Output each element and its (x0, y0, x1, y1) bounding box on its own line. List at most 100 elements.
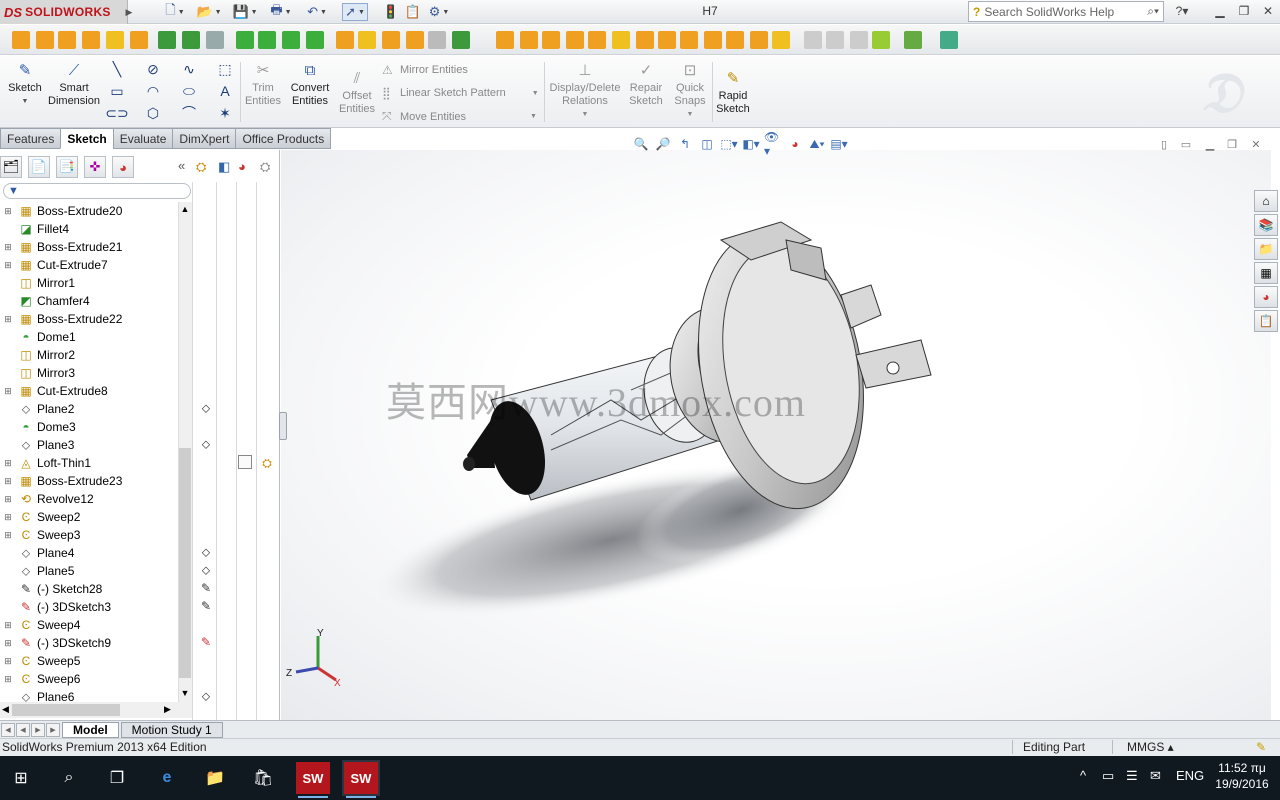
plane-visibility-icon[interactable]: ⬦ (197, 436, 215, 452)
linear-pattern-icon[interactable] (336, 31, 354, 49)
solidworks-taskbar-icon-active[interactable]: SW (342, 760, 380, 798)
thicken-icon[interactable] (130, 31, 148, 49)
previous-tab-icon[interactable]: ◀ (16, 722, 30, 737)
extruded-boss-icon[interactable] (12, 31, 30, 49)
curves-icon[interactable] (496, 31, 514, 49)
offset-entities-button[interactable]: ⫽ Offset Entities (336, 68, 378, 116)
reference-geometry-icon[interactable] (612, 31, 630, 49)
tree-item[interactable]: ⊞ ▦ Cut-Extrude8 (0, 382, 178, 400)
search-icon[interactable]: ⌕▾ (1147, 4, 1159, 19)
display-delete-relations-button[interactable]: ⊥ Display/Delete Relations ▼ (548, 60, 622, 121)
custom-properties-icon[interactable]: 📋 (1254, 310, 1278, 332)
repair-sketch-button[interactable]: ✓ Repair Sketch (626, 60, 666, 108)
ellipse-icon[interactable]: ⬭ (180, 82, 198, 100)
tab-motion-study[interactable]: Motion Study 1 (120, 721, 223, 738)
wifi-icon[interactable]: ☰ (1126, 768, 1138, 784)
mirror-feature-icon[interactable] (382, 31, 400, 49)
expand-toggle-icon[interactable]: ⊞ (3, 314, 13, 324)
display-style-icon[interactable]: ◧▾ (742, 135, 760, 153)
appearance-swatch-icon[interactable] (238, 455, 252, 469)
rib-icon[interactable] (306, 31, 324, 49)
task-view-icon[interactable]: ❐ (100, 762, 134, 794)
plane-visibility-icon[interactable]: ⬦ (197, 400, 215, 416)
tree-item[interactable]: ⊞ ✎ (-) 3DSketch9 (0, 634, 178, 652)
surface-sweep-icon[interactable] (704, 31, 722, 49)
tree-filter-input[interactable]: ▼ (3, 183, 191, 199)
tree-item[interactable]: ◫ Mirror2 (0, 346, 178, 364)
expand-toggle-icon[interactable]: ⊞ (3, 242, 13, 252)
expand-toggle-icon[interactable]: ⊞ (3, 494, 13, 504)
tree-item[interactable]: ◩ Chamfer4 (0, 292, 178, 310)
scroll-left-icon[interactable]: ◀ (2, 704, 9, 715)
view-settings-icon[interactable]: ▤▾ (830, 135, 848, 153)
minimize-button[interactable]: ▁ (1210, 2, 1230, 20)
tree-item[interactable]: ✎ (-) Sketch28 (0, 580, 178, 598)
options-icon[interactable]: ⚙ ▼ (426, 3, 452, 21)
extruded-cut-icon[interactable] (158, 31, 176, 49)
trim-entities-button[interactable]: ✂ Trim Entities (242, 60, 284, 108)
trim-surface-icon[interactable] (772, 31, 790, 49)
tab-features[interactable]: Features (0, 128, 61, 149)
project-curve-icon[interactable] (566, 31, 584, 49)
tree-hscroll-thumb[interactable] (12, 704, 120, 716)
language-indicator[interactable]: ENG (1176, 768, 1204, 783)
tree-item[interactable]: ⬦ Plane5 (0, 562, 178, 580)
material-icon[interactable]: ⛭ (258, 455, 276, 471)
tree-item[interactable]: ⊞ Ͼ Sweep2 (0, 508, 178, 526)
scroll-right-icon[interactable]: ▶ (164, 704, 171, 715)
fillet-icon[interactable] (236, 31, 254, 49)
revolved-cut-icon[interactable] (182, 31, 200, 49)
tab-dimxpert[interactable]: DimXpert (172, 128, 236, 149)
plane-tool-icon[interactable] (636, 31, 654, 49)
tree-item[interactable]: ⊞ ⟲ Revolve12 (0, 490, 178, 508)
tree-item[interactable]: ⊞ Ͼ Sweep3 (0, 526, 178, 544)
sketch-tools-icon[interactable] (904, 31, 922, 49)
tree-item[interactable]: ⬦ Plane4 (0, 544, 178, 562)
surface-loft-icon[interactable] (726, 31, 744, 49)
tree-item[interactable]: ⊞ ◬ Loft-Thin1 (0, 454, 178, 472)
smart-dimension-button[interactable]: ⟋ Smart Dimension (46, 60, 102, 108)
wrap-icon[interactable] (452, 31, 470, 49)
plane-visibility-icon[interactable]: ⬦ (197, 544, 215, 560)
tree-item[interactable]: ⊞ Ͼ Sweep5 (0, 652, 178, 670)
close-button[interactable]: ✕ (1258, 2, 1278, 20)
expand-toggle-icon[interactable]: ⊞ (3, 638, 13, 648)
apply-scene-icon[interactable]: ⛰▾ (808, 135, 826, 153)
collapse-panel-icon[interactable]: « (178, 158, 185, 173)
polygon-icon[interactable]: ⬡ (144, 104, 162, 122)
helix-icon[interactable] (520, 31, 538, 49)
scroll-up-icon[interactable]: ▲ (179, 204, 191, 214)
appearance-icon[interactable]: ⛭ (196, 159, 206, 175)
sketch-button[interactable]: ✎ Sketch ▼ (6, 60, 44, 108)
menu-expand-icon[interactable]: ▶ (124, 0, 134, 24)
previous-view-icon[interactable]: ↰ (676, 135, 694, 153)
solidworks-taskbar-icon[interactable]: SW (296, 762, 330, 798)
dimxpert-manager-icon[interactable]: ✜ (84, 156, 106, 178)
select-arrow-icon[interactable]: ➚ ▼ (342, 3, 368, 21)
zoom-to-fit-icon[interactable]: 🔍 (632, 135, 650, 153)
property-manager-icon[interactable]: 📄 (28, 156, 50, 178)
split-line-icon[interactable] (542, 31, 560, 49)
headlight-bulb-model[interactable] (281, 150, 1271, 720)
tree-item[interactable]: ⊞ ▦ Cut-Extrude7 (0, 256, 178, 274)
display-manager-icon[interactable]: ◕ (112, 156, 134, 178)
print-icon[interactable]: 🖶 ▼ (268, 2, 294, 21)
graphics-viewport[interactable] (281, 150, 1271, 720)
tree-item[interactable]: ⬦ Plane3 (0, 436, 178, 454)
plane-visibility-icon[interactable]: ⬦ (197, 688, 215, 704)
expand-toggle-icon[interactable]: ⊞ (3, 512, 13, 522)
rapid-sketch-button[interactable]: ✎ Rapid Sketch (714, 68, 752, 116)
instant3d-icon[interactable] (872, 31, 890, 49)
configuration-manager-icon[interactable]: 📑 (56, 156, 78, 178)
move-entities-button[interactable]: ⤧ Move Entities ▼ (382, 109, 537, 124)
tree-item[interactable]: ⬦ Plane2 (0, 400, 178, 418)
notifications-icon[interactable]: ✉ (1150, 768, 1161, 784)
edge-browser-icon[interactable]: e (150, 762, 184, 794)
restore-button[interactable]: ❐ (1234, 2, 1254, 20)
circular-pattern-icon[interactable] (358, 31, 376, 49)
spline-icon[interactable]: ∿ (180, 60, 198, 78)
tree-item[interactable]: ◫ Mirror1 (0, 274, 178, 292)
delete-face-icon[interactable] (826, 31, 844, 49)
fillet-sketch-icon[interactable]: ⌒ (180, 104, 198, 122)
expand-toggle-icon[interactable]: ⊞ (3, 476, 13, 486)
